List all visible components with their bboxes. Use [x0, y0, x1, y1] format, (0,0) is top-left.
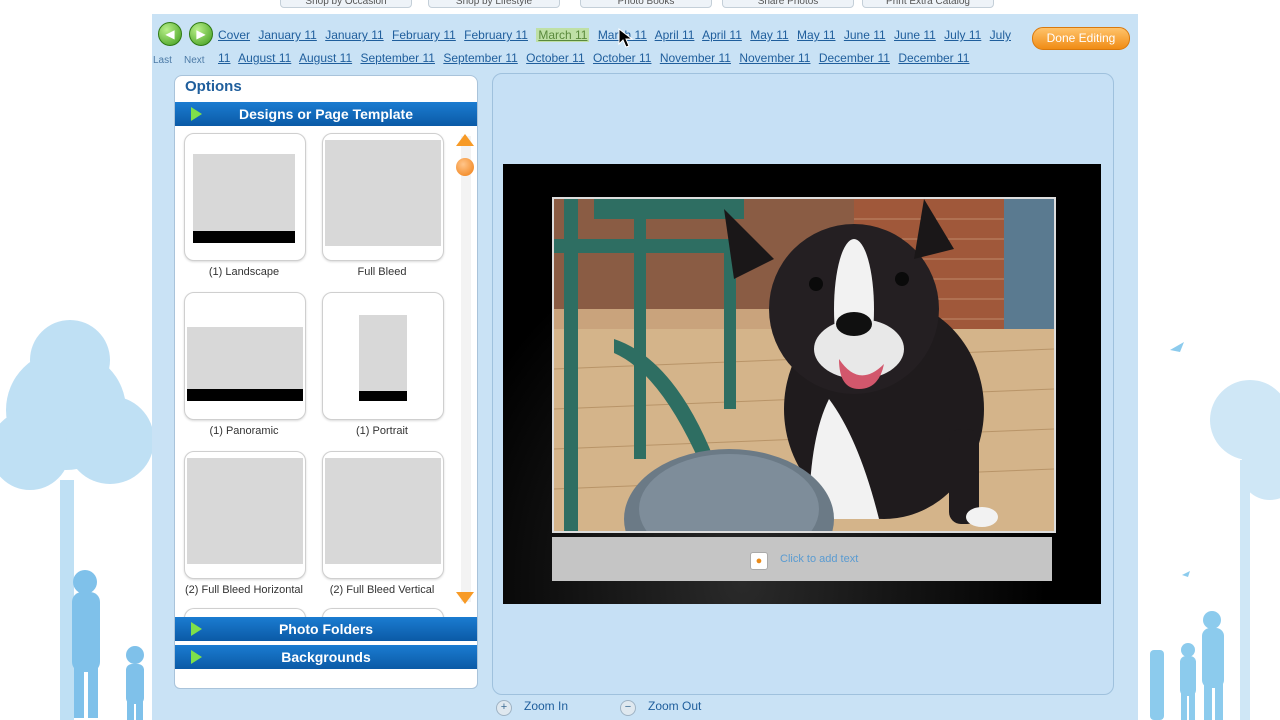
page-link[interactable]: March 11 — [536, 28, 590, 42]
page-link[interactable]: February 11 — [392, 28, 456, 42]
thumb-photo-area — [193, 154, 295, 236]
page-link[interactable]: December 11 — [819, 51, 890, 65]
thumb-caption-area — [359, 391, 407, 401]
section-label: Photo Folders — [278, 621, 374, 637]
arrow-right-icon: ▶ — [196, 27, 206, 41]
template-full-bleed[interactable] — [322, 133, 444, 261]
prev-page-button[interactable]: ◀ — [158, 22, 182, 46]
template-label: (1) Landscape — [208, 266, 280, 278]
section-label: Backgrounds — [281, 649, 371, 665]
zoom-in-label: Zoom In — [524, 699, 569, 713]
photo-slot[interactable] — [552, 197, 1056, 533]
page-link[interactable]: June 11 — [894, 28, 936, 42]
page-link[interactable]: January 11 — [325, 28, 383, 42]
template-label: Full Bleed — [357, 266, 407, 278]
zoom-out-button[interactable]: − Zoom Out — [620, 697, 702, 716]
page-link[interactable]: May 11 — [797, 28, 835, 42]
page-link[interactable]: 11 — [218, 51, 230, 65]
section-designs-or-page-template[interactable]: Designs or Page Template — [175, 102, 477, 126]
template-panoramic[interactable] — [184, 292, 306, 420]
dog-photo — [554, 199, 1054, 531]
scroll-down-arrow-icon[interactable] — [456, 592, 474, 604]
plus-icon: + — [496, 700, 512, 716]
page-link[interactable]: October 11 — [526, 51, 584, 65]
page-link[interactable]: November 11 — [660, 51, 731, 65]
caption-placeholder[interactable]: Click to add text — [780, 553, 858, 565]
page-link[interactable]: Cover — [218, 28, 250, 42]
page-link[interactable]: February 11 — [464, 28, 528, 42]
page-link[interactable]: June 11 — [844, 28, 886, 42]
expand-play-icon — [191, 622, 202, 636]
page-link[interactable]: November 11 — [739, 51, 810, 65]
top-tab-strip: Shop by Occasion Shop by Lifestyle Photo… — [260, 0, 1020, 8]
page-link[interactable]: September 11 — [360, 51, 435, 65]
thumb-photo-area — [187, 458, 303, 564]
thumb-caption-area — [187, 389, 303, 401]
template-scrollbar[interactable] — [461, 136, 471, 602]
options-panel: Options Designs or Page Template (1) Lan… — [174, 75, 478, 689]
minus-icon: − — [620, 700, 636, 716]
scroll-up-arrow-icon[interactable] — [456, 134, 474, 146]
page-link[interactable]: August 11 — [299, 51, 352, 65]
options-title: Options — [185, 78, 242, 95]
section-label: Designs or Page Template — [238, 106, 413, 122]
tab-print-extra-catalog[interactable]: Print Extra Catalog — [862, 0, 994, 8]
page-link[interactable]: July 11 — [944, 28, 981, 42]
thumb-photo-area — [325, 140, 441, 246]
zoom-in-button[interactable]: + Zoom In — [496, 697, 569, 716]
template-label: (1) Panoramic — [209, 425, 279, 437]
next-page-button[interactable]: ▶ — [189, 22, 213, 46]
template-label: (1) Portrait — [356, 425, 408, 437]
zoom-controls: + Zoom In − Zoom Out — [492, 697, 1112, 717]
expand-play-icon — [191, 650, 202, 664]
template-portrait[interactable] — [322, 292, 444, 420]
page-link[interactable]: January 11 — [258, 28, 316, 42]
template-label: (2) Full Bleed Horizontal — [185, 584, 303, 596]
zoom-out-label: Zoom Out — [648, 699, 702, 713]
tab-share-photos[interactable]: Share Photos — [722, 0, 854, 8]
page-link[interactable]: May 11 — [750, 28, 788, 42]
thumb-caption-area — [193, 231, 295, 243]
section-backgrounds[interactable]: Backgrounds — [175, 645, 477, 669]
mouse-pointer-icon — [618, 28, 634, 48]
done-editing-button[interactable]: Done Editing — [1032, 27, 1130, 50]
template-landscape[interactable] — [184, 133, 306, 261]
tab-shop-by-occasion[interactable]: Shop by Occasion — [280, 0, 412, 8]
page-link[interactable]: August 11 — [238, 51, 291, 65]
expand-play-icon — [191, 107, 202, 121]
tab-shop-by-lifestyle[interactable]: Shop by Lifestyle — [428, 0, 560, 8]
template-label: (2) Full Bleed Vertical — [329, 584, 435, 596]
page-link[interactable]: October 11 — [593, 51, 651, 65]
page-link[interactable]: April 11 — [655, 28, 695, 42]
prev-page-label[interactable]: Last — [153, 55, 172, 66]
arrow-left-icon: ◀ — [165, 27, 175, 41]
template-full-bleed-vertical[interactable] — [322, 451, 444, 579]
page-link[interactable]: April 11 — [702, 28, 742, 42]
thumb-photo-area — [187, 327, 303, 395]
tab-photo-books[interactable]: Photo Books — [580, 0, 712, 8]
tree-silhouette-left-decoration — [0, 320, 154, 720]
template-full-bleed-horizontal[interactable] — [184, 451, 306, 579]
page-link[interactable]: September 11 — [443, 51, 518, 65]
next-page-label[interactable]: Next — [184, 55, 205, 66]
thumb-photo-area — [325, 458, 441, 564]
text-caption-icon[interactable]: ● — [750, 552, 768, 570]
page-link[interactable]: July — [990, 28, 1011, 42]
section-photo-folders[interactable]: Photo Folders — [175, 617, 477, 641]
tree-silhouette-right-decoration — [1150, 342, 1280, 720]
page-link[interactable]: December 11 — [898, 51, 969, 65]
thumb-photo-area — [359, 315, 407, 395]
scroll-thumb[interactable] — [456, 158, 474, 176]
